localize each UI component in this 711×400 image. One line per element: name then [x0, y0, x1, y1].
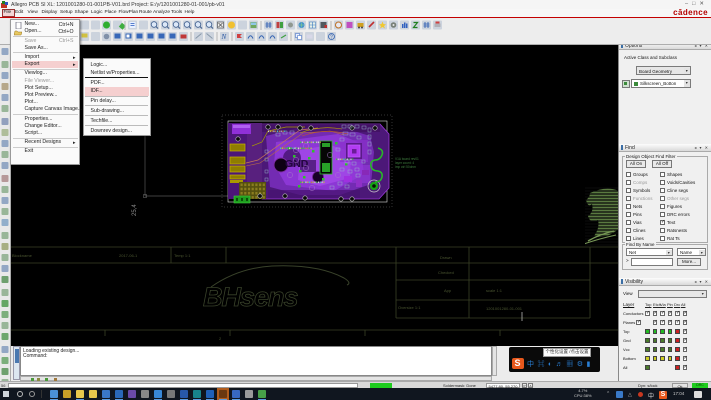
svg-text:Checked: Checked — [438, 270, 454, 275]
svg-text:scale 1:1: scale 1:1 — [486, 288, 503, 293]
svg-text:App: App — [444, 288, 452, 293]
svg-text:Blockname: Blockname — [12, 253, 33, 258]
svg-text:25,4: 25,4 — [132, 204, 138, 216]
svg-text:Oversize 1:1: Oversize 1:1 — [398, 305, 421, 310]
svg-text:BHsens: BHsens — [203, 282, 299, 312]
svg-text:GND: GND — [285, 158, 309, 170]
svg-text:Drawn: Drawn — [440, 255, 452, 260]
svg-text:?: ? — [330, 34, 333, 40]
svg-text:Temp 1:1: Temp 1:1 — [174, 253, 191, 258]
svg-text:imp ctrl 50ohm: imp ctrl 50ohm — [395, 165, 416, 169]
svg-text:N: N — [221, 33, 227, 41]
svg-text:2017-06-1: 2017-06-1 — [119, 253, 138, 258]
svg-text:1201001280-01-001: 1201001280-01-001 — [486, 306, 523, 311]
